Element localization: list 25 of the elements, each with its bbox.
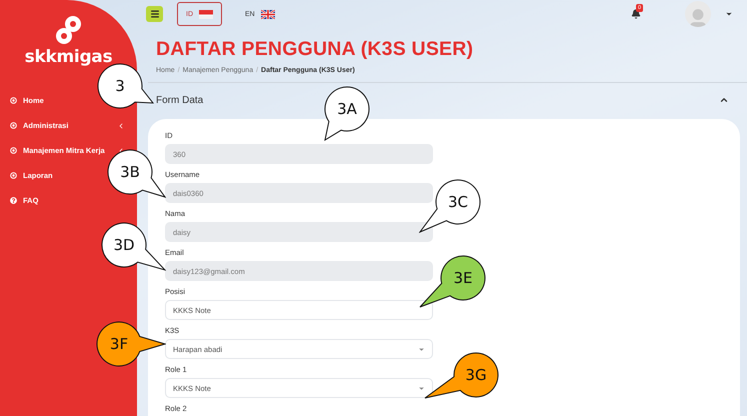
- callout-tooltip: 3F: [96, 321, 166, 367]
- circle-icon: [10, 147, 17, 154]
- bell-icon[interactable]: [631, 9, 641, 19]
- callout-tooltip: 3A: [324, 86, 370, 141]
- callout-tooltip: 3G: [424, 352, 499, 399]
- callout-tooltip: 3E: [419, 255, 486, 308]
- caret-icon[interactable]: [725, 10, 733, 18]
- page-title: DAFTAR PENGGUNA (K3S USER): [156, 38, 474, 61]
- callout-tooltip: 3D: [101, 222, 166, 271]
- callout-tooltip: 3C: [419, 179, 481, 233]
- flag-icon: [199, 10, 213, 18]
- menu-icon: [150, 9, 160, 19]
- collapse-icon[interactable]: [719, 95, 729, 105]
- caret-icon: [418, 346, 425, 352]
- circle-icon: [10, 97, 17, 104]
- menu-button[interactable]: [146, 6, 163, 22]
- circle-icon: [10, 122, 17, 129]
- help-icon: [10, 197, 17, 204]
- section-title: Form Data: [156, 94, 204, 106]
- logo-icon: [54, 14, 84, 46]
- caret-icon: [418, 384, 425, 392]
- callout-tooltip: 3B: [107, 149, 166, 198]
- flag-icon: [260, 10, 275, 18]
- circle-icon: [10, 172, 17, 179]
- callout-tooltip: 3: [97, 63, 154, 109]
